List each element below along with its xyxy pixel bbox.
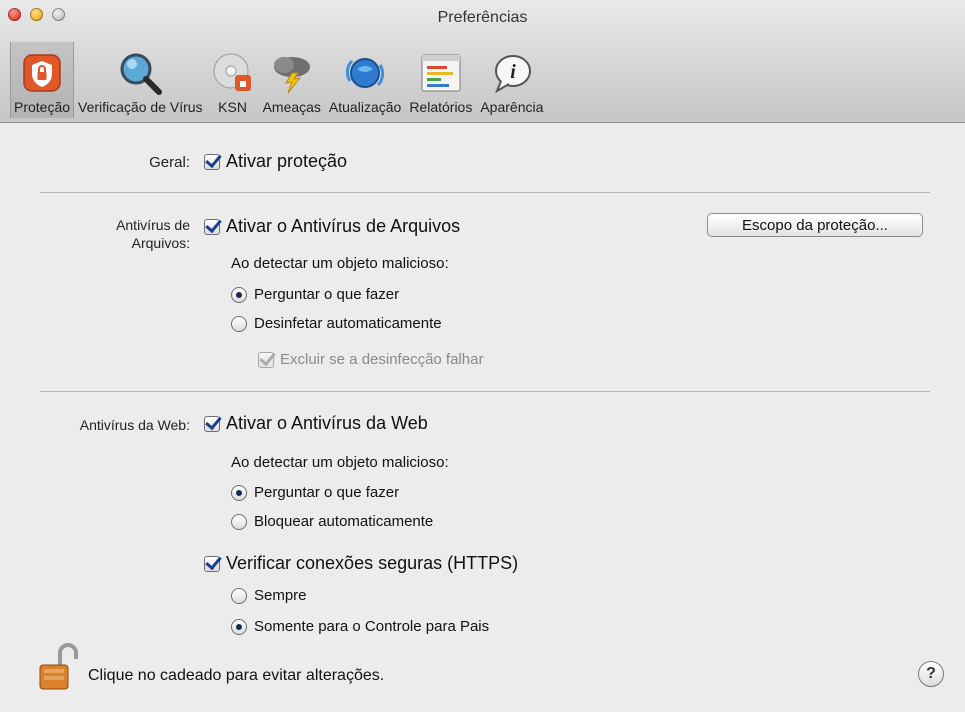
tab-label: Atualização bbox=[328, 99, 402, 115]
info-bubble-icon: i bbox=[488, 51, 536, 95]
separator bbox=[40, 391, 930, 392]
checkbox-box bbox=[258, 351, 274, 368]
protection-pane: Geral: Ativar proteção Antivírus de Arqu… bbox=[0, 123, 965, 712]
radio-button[interactable] bbox=[231, 484, 247, 501]
tab-aparencia[interactable]: i Aparência bbox=[476, 42, 547, 118]
tab-label: Ameaças bbox=[262, 99, 321, 115]
checkbox-label: Ativar o Antivírus da Web bbox=[226, 413, 428, 433]
tab-label: Aparência bbox=[480, 99, 544, 115]
svg-text:i: i bbox=[510, 61, 516, 83]
checkbox-box[interactable] bbox=[204, 555, 220, 572]
tab-label: Verificação de Vírus bbox=[78, 99, 203, 115]
tab-relatorios[interactable]: Relatórios bbox=[405, 42, 476, 118]
delete-if-fail-checkbox: Excluir se a desinfecção falhar bbox=[258, 351, 483, 368]
web-av-label: Antivírus da Web: bbox=[79, 417, 190, 433]
tab-ameacas[interactable]: Ameaças bbox=[259, 42, 325, 118]
help-button[interactable]: ? bbox=[918, 661, 944, 687]
checkbox-label: Ativar o Antivírus de Arquivos bbox=[226, 216, 461, 236]
file-av-detect-label: Ao detectar um objeto malicioso: bbox=[231, 255, 449, 272]
https-radio-parental[interactable]: Somente para o Controle para Pais bbox=[231, 618, 489, 635]
storm-cloud-icon bbox=[268, 51, 316, 95]
separator bbox=[40, 192, 930, 193]
preferences-toolbar: Proteção Verificação de Vírus KSN Ameaça… bbox=[10, 42, 547, 118]
checkbox-label: Ativar proteção bbox=[226, 151, 348, 171]
file-av-label: Antivírus de Arquivos: bbox=[40, 216, 190, 252]
checkbox-box[interactable] bbox=[204, 153, 220, 170]
enable-web-av-checkbox[interactable]: Ativar o Antivírus da Web bbox=[204, 413, 428, 434]
text: Ao detectar um objeto malicioso: bbox=[231, 454, 449, 471]
checkbox-box[interactable] bbox=[204, 218, 220, 235]
window-title: Preferências bbox=[437, 9, 528, 26]
radio-label: Perguntar o que fazer bbox=[254, 484, 400, 501]
text: Ao detectar um objeto malicioso: bbox=[231, 255, 449, 272]
file-av-radio-disinfect[interactable]: Desinfetar automaticamente bbox=[231, 315, 442, 332]
checkbox-box[interactable] bbox=[204, 415, 220, 432]
shield-lock-icon bbox=[18, 51, 66, 95]
radio-label: Bloquear automaticamente bbox=[254, 513, 434, 530]
file-av-label-line1: Antivírus de bbox=[116, 217, 190, 233]
https-scan-checkbox[interactable]: Verificar conexões seguras (HTTPS) bbox=[204, 553, 518, 574]
magnifier-icon bbox=[116, 51, 164, 95]
radio-button[interactable] bbox=[231, 286, 247, 303]
tab-protecao[interactable]: Proteção bbox=[10, 42, 75, 118]
enable-file-av-checkbox[interactable]: Ativar o Antivírus de Arquivos bbox=[204, 216, 460, 237]
radio-label: Perguntar o que fazer bbox=[254, 286, 400, 303]
update-globe-icon bbox=[341, 51, 389, 95]
protection-scope-button[interactable]: Escopo da proteção... bbox=[707, 213, 923, 237]
geral-label: Geral: bbox=[149, 154, 190, 171]
file-av-radio-ask[interactable]: Perguntar o que fazer bbox=[231, 286, 399, 303]
tab-ksn[interactable]: KSN bbox=[207, 42, 259, 118]
ksn-disc-icon bbox=[209, 51, 257, 95]
radio-label: Sempre bbox=[254, 587, 307, 604]
radio-label: Desinfetar automaticamente bbox=[254, 315, 442, 332]
lock-hint: Clique no cadeado para evitar alterações… bbox=[88, 667, 385, 684]
tab-verificacao-de-virus[interactable]: Verificação de Vírus bbox=[74, 42, 207, 118]
checkbox-label: Excluir se a desinfecção falhar bbox=[280, 351, 484, 368]
tab-label: Proteção bbox=[14, 99, 71, 115]
titlebar: Preferências Proteção Verificação de Vír… bbox=[0, 0, 965, 123]
radio-button[interactable] bbox=[231, 618, 247, 635]
web-av-radio-ask[interactable]: Perguntar o que fazer bbox=[231, 484, 399, 501]
file-av-label-line2: Arquivos: bbox=[131, 235, 190, 251]
radio-button[interactable] bbox=[231, 587, 247, 604]
radio-button[interactable] bbox=[231, 513, 247, 530]
padlock-icon[interactable] bbox=[38, 643, 80, 691]
radio-label: Somente para o Controle para Pais bbox=[254, 618, 490, 635]
web-av-detect-label: Ao detectar um objeto malicioso: bbox=[231, 454, 449, 471]
checkbox-label: Verificar conexões seguras (HTTPS) bbox=[226, 553, 519, 573]
radio-button[interactable] bbox=[231, 315, 247, 332]
report-chart-icon bbox=[417, 51, 465, 95]
tab-atualizacao[interactable]: Atualização bbox=[325, 42, 405, 118]
preferences-window: Preferências Proteção Verificação de Vír… bbox=[0, 0, 965, 712]
web-av-radio-block[interactable]: Bloquear automaticamente bbox=[231, 513, 433, 530]
lock-row: Clique no cadeado para evitar alterações… bbox=[38, 643, 384, 691]
enable-protection-checkbox[interactable]: Ativar proteção bbox=[204, 151, 347, 172]
tab-label: KSN bbox=[218, 99, 247, 115]
https-radio-always[interactable]: Sempre bbox=[231, 587, 307, 604]
tab-label: Relatórios bbox=[409, 99, 473, 115]
